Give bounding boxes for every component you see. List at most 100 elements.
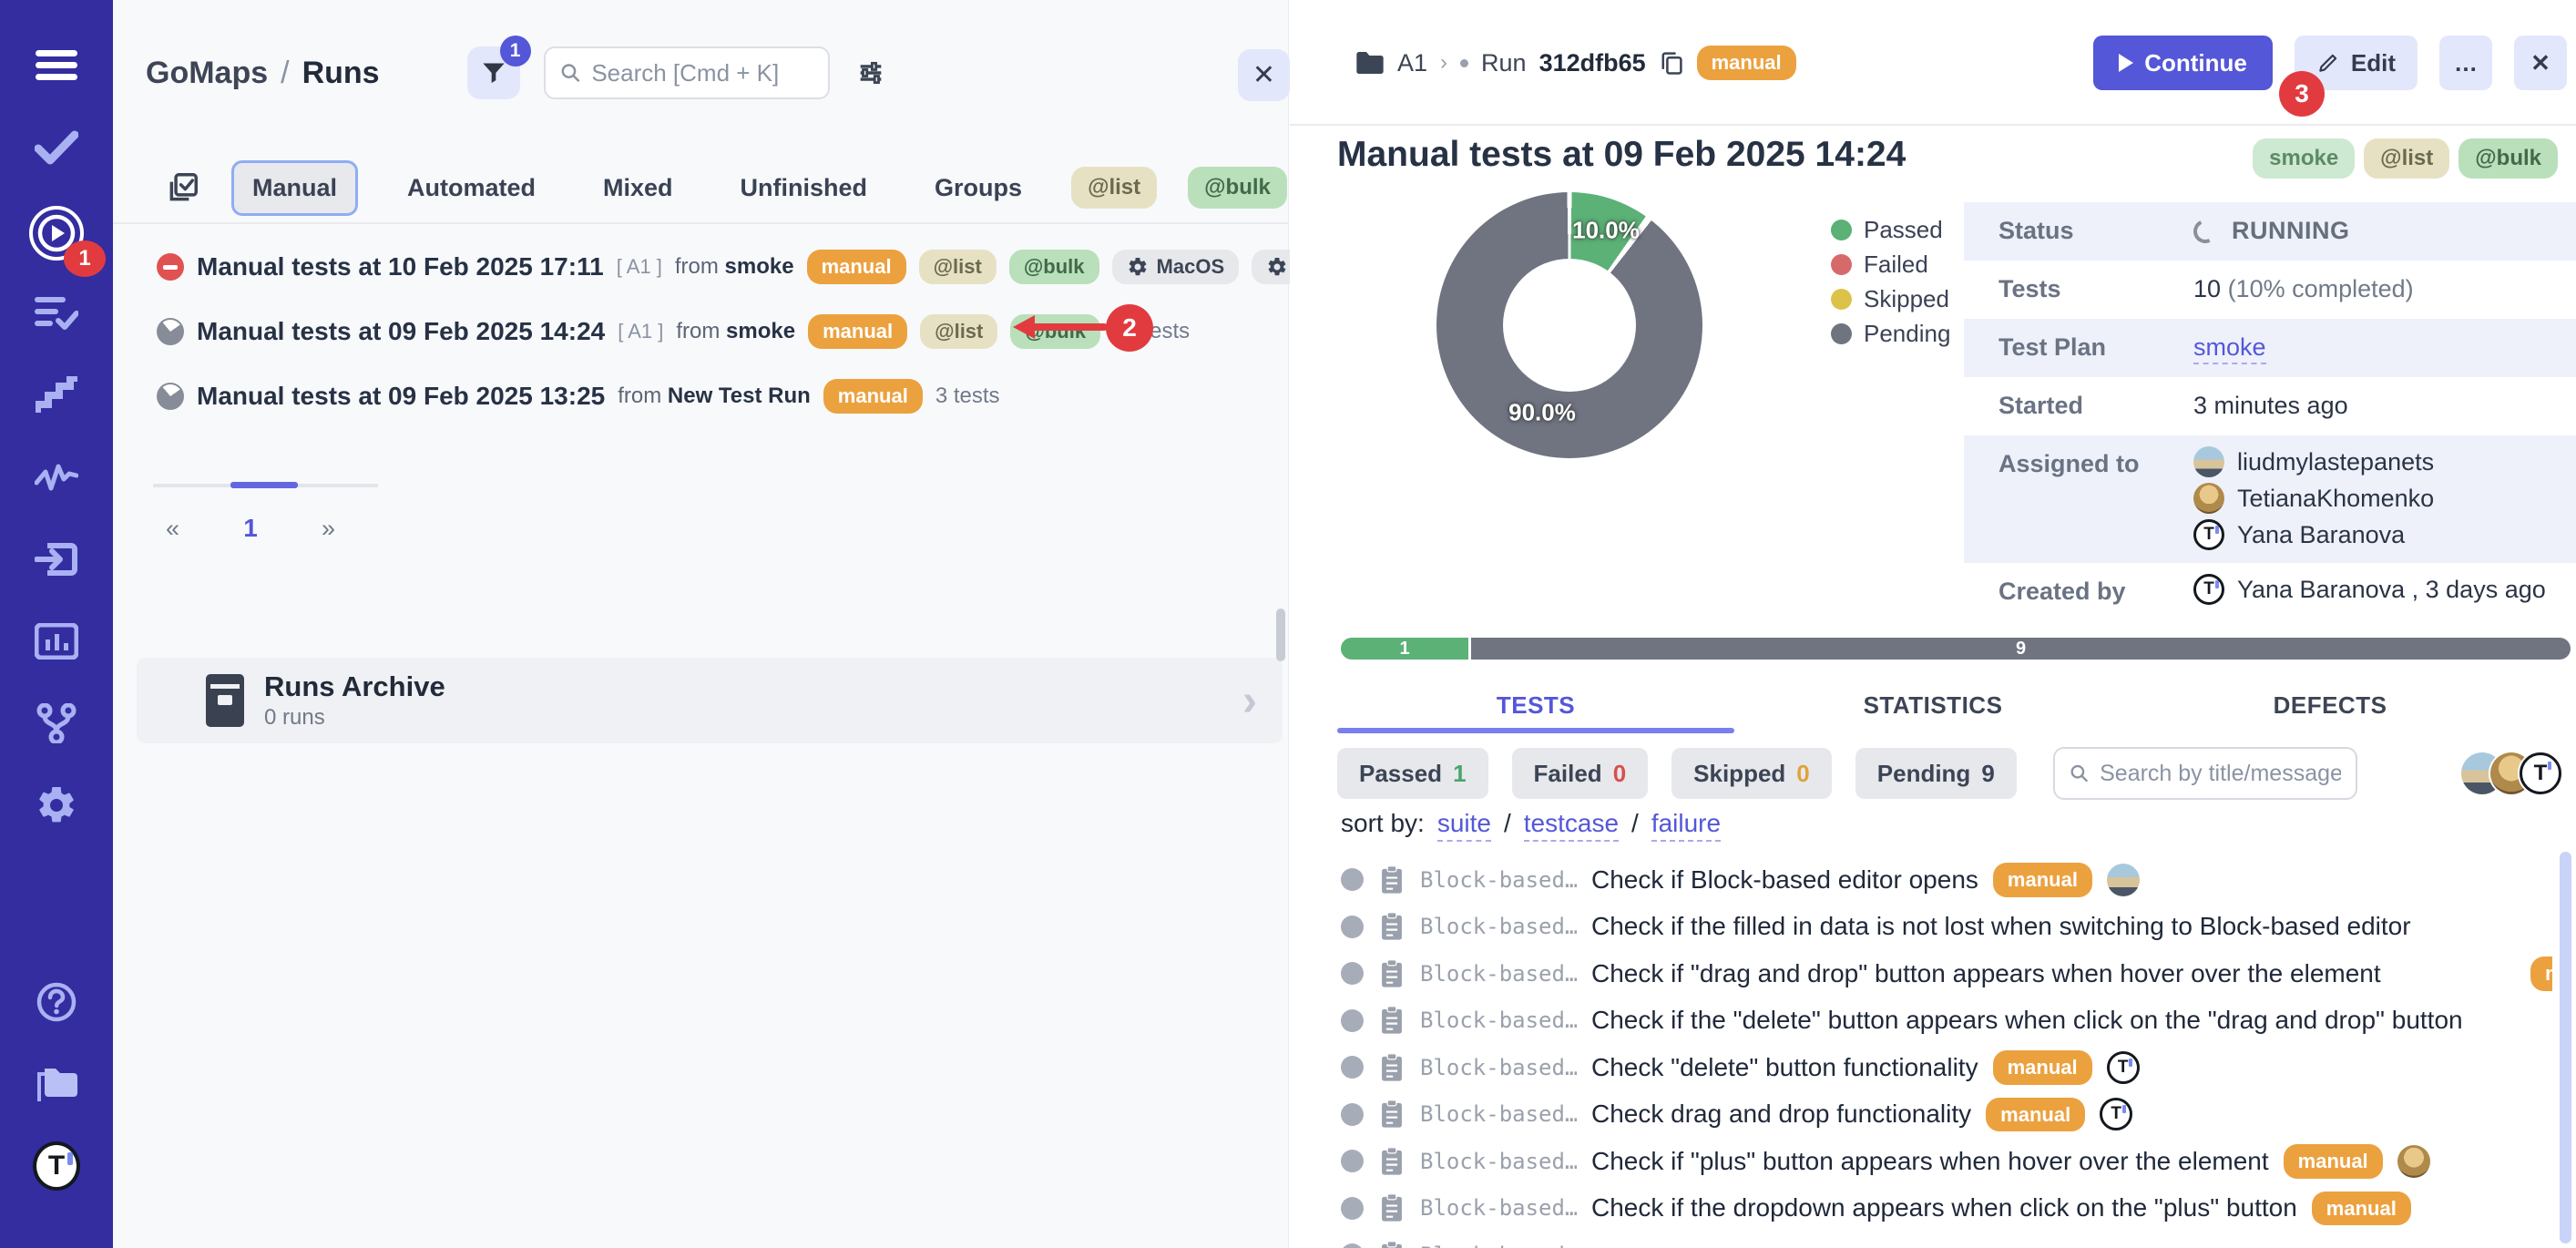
started-value: 3 minutes ago [2193, 377, 2348, 420]
logo-monogram: T [48, 1151, 65, 1182]
test-row[interactable]: Block-based… Check if the filled in data… [1341, 904, 2552, 951]
test-row[interactable]: Block-based… Check if the dropdown appea… [1341, 1185, 2552, 1233]
sort-by-testcase-link[interactable]: testcase [1524, 809, 1619, 842]
test-type-badge: manual [1986, 1098, 2085, 1132]
tests-completed-note: (10% completed) [2228, 275, 2414, 302]
clipboard-icon [1378, 1146, 1406, 1177]
pagination-next-button[interactable]: » [322, 515, 335, 543]
activity-pulse-icon[interactable] [33, 454, 80, 501]
test-suite: Block-based… [1420, 1149, 1577, 1174]
close-run-button[interactable]: ✕ [2514, 36, 2567, 90]
test-row[interactable]: Block-based… Check if "drag and drop" bu… [1341, 950, 2552, 997]
pagination-prev-button[interactable]: « [166, 515, 179, 543]
continue-run-button[interactable]: Continue [2093, 36, 2273, 90]
settings-gear-icon[interactable] [33, 782, 80, 829]
test-row[interactable]: Block-based… Check if the "delete" butto… [1341, 997, 2552, 1045]
tests-check-icon[interactable] [33, 124, 80, 171]
import-login-icon[interactable] [33, 536, 80, 583]
filter-button[interactable]: 1 [467, 46, 520, 99]
test-row[interactable]: Block-based… Check if "plus" button appe… [1341, 1138, 2552, 1185]
info-row-assigned: Assigned to liudmylastepanets TetianaKho… [1964, 435, 2576, 563]
run-progress-bar: 1 9 [1341, 638, 2571, 660]
tests-list: Block-based… Check if Block-based editor… [1341, 856, 2552, 1248]
view-settings-sliders-icon[interactable] [855, 57, 886, 88]
test-row[interactable]: Block-based… Check if Block-based editor… [1341, 856, 2552, 904]
tests-scrollbar[interactable] [2560, 852, 2571, 1243]
projects-folder-icon[interactable] [33, 1060, 80, 1108]
more-options-button[interactable]: … [2439, 36, 2492, 90]
copy-icon[interactable] [1659, 49, 1684, 77]
status-value: RUNNING [2232, 217, 2350, 245]
breadcrumb-folder-link[interactable]: A1 [1397, 49, 1427, 77]
tag-smoke[interactable]: smoke [2253, 138, 2355, 179]
assignee[interactable]: TYana Baranova [2193, 519, 2434, 550]
test-type-badge-truncated: manual [2530, 956, 2552, 991]
test-row[interactable]: Block-based… Check "delete" button funct… [1341, 1044, 2552, 1091]
reports-bar-chart-icon[interactable] [33, 618, 80, 665]
tab-automated[interactable]: Automated [389, 163, 554, 213]
breadcrumb-separator: / [281, 56, 289, 91]
avatar: T [2193, 519, 2224, 550]
tab-statistics[interactable]: STATISTICS [1734, 680, 2131, 731]
play-icon [2119, 54, 2133, 72]
menu-hamburger-icon[interactable] [33, 42, 80, 89]
tab-tests[interactable]: TESTS [1337, 680, 1734, 731]
tests-search-input[interactable] [2100, 761, 2341, 787]
filter-failed-button[interactable]: Failed0 [1512, 748, 1649, 799]
runs-archive-card[interactable]: Runs Archive 0 runs › [137, 658, 1283, 743]
progress-passed-segment: 1 [1341, 638, 1471, 660]
tag-list[interactable]: @list [2364, 138, 2449, 179]
results-list-check-icon[interactable] [33, 290, 80, 337]
close-runs-detail-button[interactable]: ✕ [1238, 49, 1290, 101]
test-status-dot [1341, 1056, 1364, 1079]
tab-manual[interactable]: Manual [231, 160, 358, 216]
run-status-stopped-icon [157, 253, 184, 281]
donut-hole [1503, 259, 1636, 392]
tab-defects[interactable]: DEFECTS [2131, 680, 2529, 731]
filter-passed-button[interactable]: Passed1 [1337, 748, 1488, 799]
run-tag-badge: @bulk [1009, 250, 1099, 284]
runs-search [544, 46, 830, 99]
avatar: T [2100, 1098, 2132, 1130]
assignee-avatars-group[interactable]: T [2461, 752, 2561, 794]
breadcrumb-project-link[interactable]: GoMaps [146, 56, 268, 91]
tests-count-value: 10 [2193, 275, 2221, 302]
pagination: « 1 » [153, 503, 348, 554]
tag-filter-bulk[interactable]: @bulk [1188, 167, 1287, 209]
test-row-partial[interactable]: Block-based… [1341, 1232, 2552, 1248]
test-title: Check if the filled in data is not lost … [1591, 912, 2411, 941]
assignee[interactable]: TetianaKhomenko [2193, 483, 2434, 514]
milestones-stairs-icon[interactable] [33, 372, 80, 419]
tag-filter-list[interactable]: @list [1071, 167, 1157, 209]
filter-pending-button[interactable]: Pending9 [1855, 748, 2017, 799]
sort-by-suite-link[interactable]: suite [1437, 809, 1491, 842]
tab-unfinished[interactable]: Unfinished [722, 163, 886, 213]
runs-filter-tabs: Manual Automated Mixed Unfinished Groups… [113, 153, 1288, 224]
gear-icon [1266, 256, 1288, 278]
tab-groups[interactable]: Groups [916, 163, 1040, 213]
tag-bulk[interactable]: @bulk [2458, 138, 2558, 179]
filter-skipped-button[interactable]: Skipped0 [1671, 748, 1832, 799]
run-list-item[interactable]: Manual tests at 09 Feb 2025 13:25 from N… [113, 372, 1288, 421]
sort-by-failure-link[interactable]: failure [1651, 809, 1721, 842]
run-ref: [ A1 ] [617, 255, 662, 279]
help-icon[interactable] [33, 978, 80, 1026]
left-panel-scrollbar[interactable] [1276, 609, 1285, 661]
avatar [2193, 483, 2224, 514]
run-list-item[interactable]: Manual tests at 10 Feb 2025 17:11 [ A1 ]… [113, 242, 1288, 292]
branches-git-icon[interactable] [33, 700, 80, 747]
select-all-icon[interactable] [166, 170, 200, 205]
test-title: Check "delete" button functionality [1591, 1053, 1978, 1082]
tab-mixed[interactable]: Mixed [585, 163, 691, 213]
test-plan-link[interactable]: smoke [2193, 333, 2266, 364]
test-row[interactable]: Block-based… Check drag and drop functio… [1341, 1091, 2552, 1139]
sort-controls: sort by: suite / testcase / failure [1341, 809, 1721, 842]
info-row-started: Started 3 minutes ago [1964, 377, 2576, 435]
info-row-test-plan: Test Plan smoke [1964, 319, 2576, 377]
workspace-logo-avatar[interactable]: T [33, 1142, 80, 1190]
pagination-page-1[interactable]: 1 [243, 514, 258, 543]
test-status-dot [1341, 1150, 1364, 1172]
assignee[interactable]: liudmylastepanets [2193, 446, 2434, 477]
runs-search-input[interactable] [591, 59, 813, 87]
run-source: from New Test Run [618, 384, 811, 409]
